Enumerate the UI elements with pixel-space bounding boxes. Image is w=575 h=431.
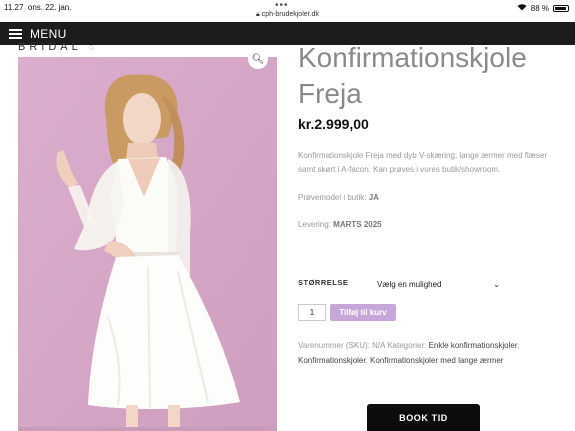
menu-label[interactable]: MENU [30, 27, 67, 41]
lock-icon: 🔒︎ [256, 11, 260, 18]
quantity-input[interactable]: 1 [298, 304, 326, 321]
status-bar: 11.27 ons. 22. jan. ••• 🔒︎ cph-brudekjol… [0, 0, 575, 22]
product-description: Konfirmationskjole Freja med dyb V-skæri… [298, 151, 547, 174]
product-image[interactable] [18, 57, 277, 427]
product-categories: Varenummer (SKU): N/A Kategorier: Enkle … [298, 341, 520, 365]
wifi-icon [517, 3, 527, 13]
zoom-icon[interactable]: 🔍︎ [248, 49, 268, 69]
battery-percent: 88 % [530, 3, 549, 13]
more-dots-icon[interactable]: ••• [275, 0, 289, 11]
hamburger-icon[interactable] [9, 28, 22, 39]
category-link[interactable]: Konfirmationskjoler [298, 356, 366, 365]
logo-mark-icon: ◌ [88, 42, 94, 52]
sample-info: Prøvemodel i butik: JA [298, 193, 379, 202]
category-link[interactable]: Enkle konfirmationskjoler [429, 341, 517, 350]
size-label: STØRRELSE [298, 278, 349, 287]
add-to-cart-button[interactable]: Tilføj til kurv [330, 304, 396, 321]
dress-illustration [18, 57, 277, 427]
book-appointment-button[interactable]: BOOK TID [367, 404, 480, 431]
product-price: kr.2.999,00 [298, 116, 369, 132]
chevron-down-icon: ⌄ [493, 279, 500, 289]
delivery-info: Levering: MARTS 2025 [298, 220, 382, 229]
thumbnail-strip[interactable] [18, 427, 277, 431]
status-indicators: 88 % [517, 3, 569, 13]
brand-logo[interactable]: BRIDAL ◌ [18, 41, 94, 53]
category-link[interactable]: Konfirmationskjoler med lange ærmer [370, 356, 503, 365]
size-select[interactable]: Vælg en mulighed ⌄ [375, 277, 500, 291]
address-bar[interactable]: 🔒︎ cph-brudekjoler.dk [0, 11, 575, 19]
battery-icon [553, 4, 569, 12]
product-title: Konfirmationskjole Freja [298, 42, 527, 109]
